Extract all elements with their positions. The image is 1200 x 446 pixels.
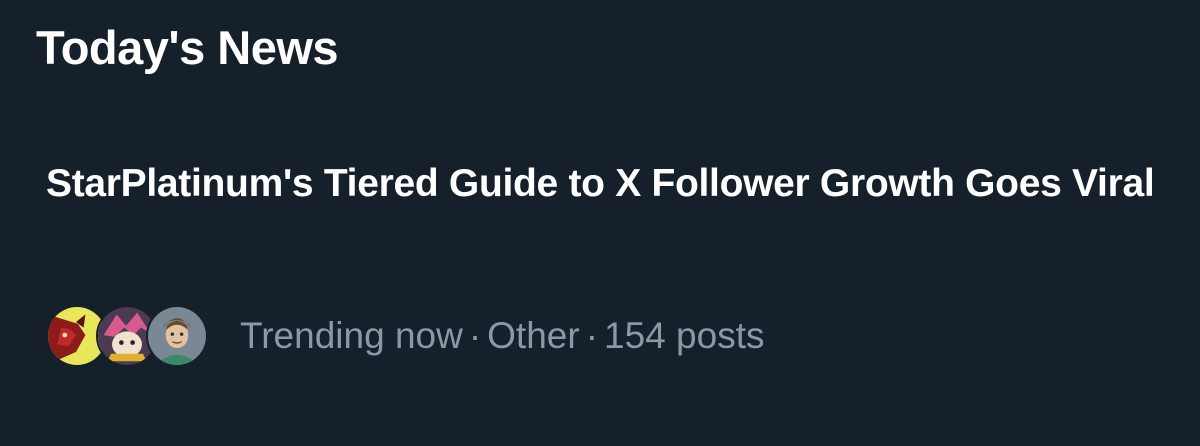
news-meta-row: Trending now · Other · 154 posts [46, 304, 764, 368]
meta-separator: · [468, 315, 482, 356]
post-count: 154 posts [604, 315, 765, 356]
trending-news-item[interactable]: StarPlatinum's Tiered Guide to X Followe… [46, 158, 1166, 367]
cartoon-man-avatar-icon [146, 305, 208, 367]
meta-separator: · [585, 315, 599, 356]
avatar-stack [46, 305, 218, 367]
news-category: Other [487, 315, 580, 356]
cartoon-man-avatar-icon-graphic [148, 307, 206, 365]
section-title: Today's News [36, 21, 339, 74]
news-headline[interactable]: StarPlatinum's Tiered Guide to X Followe… [46, 158, 1166, 210]
news-meta-text: Trending now · Other · 154 posts [240, 314, 764, 358]
trending-status: Trending now [240, 315, 463, 356]
